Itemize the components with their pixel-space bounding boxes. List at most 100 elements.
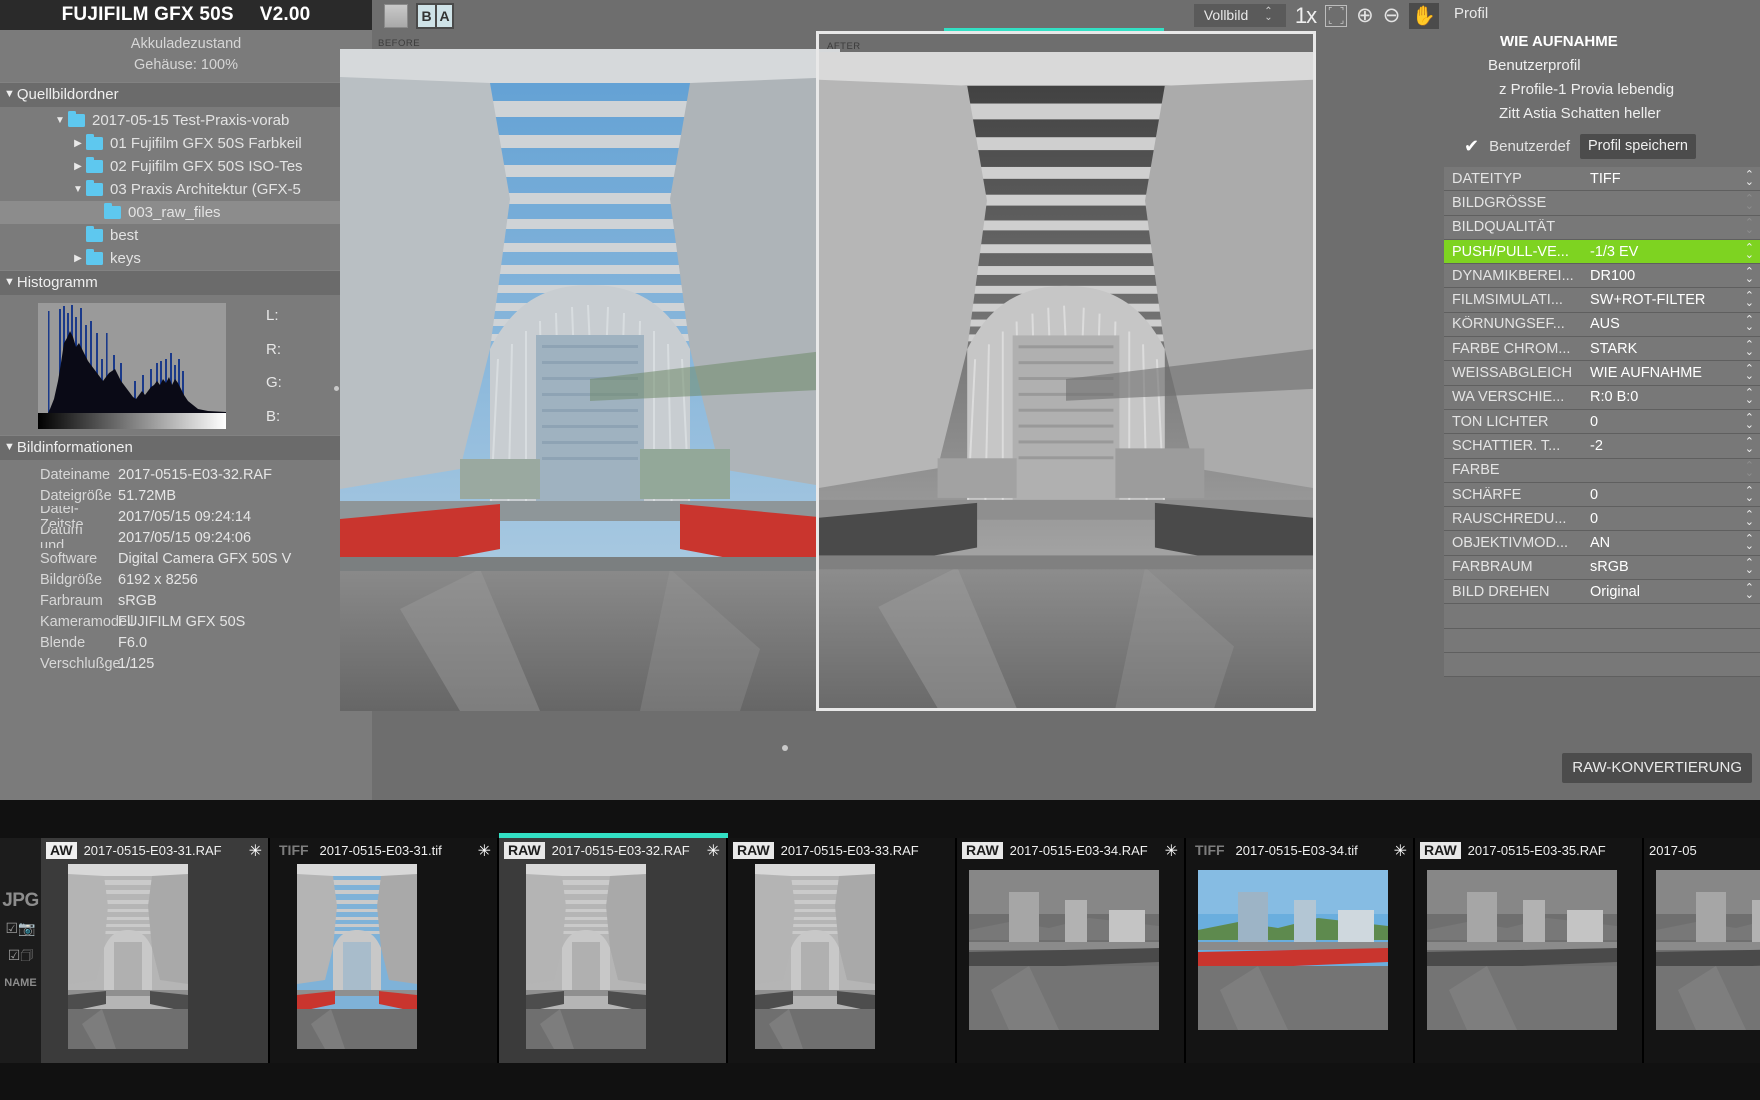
- folder-tree: ▼ 2017-05-15 Test-Praxis-vorab ▶ 01 Fujifil…: [0, 107, 372, 270]
- battery-status: Akkuladezustand Gehäuse: 100%: [0, 30, 372, 82]
- folder-label: 003_raw_files: [128, 204, 221, 221]
- image-info-value: 1/125: [118, 655, 155, 672]
- setting-stepper-icon[interactable]: ⌃ ⌄: [1745, 582, 1754, 600]
- filmstrip-item[interactable]: TIFF 2017-0515-E03-31.tif ✳: [270, 838, 499, 1063]
- setting-row[interactable]: BILDQUALITÄT ⌃ ⌄: [1444, 215, 1760, 240]
- folder-tree-item[interactable]: 003_raw_files: [0, 201, 372, 224]
- folder-tree-item[interactable]: ▶ 02 Fujifilm GFX 50S ISO-Tes: [0, 155, 372, 178]
- raw-conversion-button[interactable]: RAW-KONVERTIERUNG: [1562, 753, 1752, 783]
- left-resize-handle[interactable]: [334, 386, 339, 391]
- chevron-right-icon[interactable]: ▶: [70, 138, 86, 149]
- color-swatch[interactable]: [384, 3, 408, 28]
- chevron-right-icon[interactable]: ▶: [70, 161, 86, 172]
- copy-checkbox-icon[interactable]: ☑🗇: [8, 945, 34, 969]
- filmstrip-item[interactable]: AW 2017-0515-E03-31.RAF ✳: [41, 838, 270, 1063]
- setting-stepper-icon[interactable]: ⌃ ⌄: [1745, 485, 1754, 503]
- chevron-down-icon[interactable]: ▼: [52, 115, 68, 126]
- filmstrip-item[interactable]: RAW 2017-0515-E03-33.RAF: [728, 838, 957, 1063]
- profile-header: Profil: [1444, 0, 1760, 26]
- folder-tree-item[interactable]: best: [0, 224, 372, 247]
- filmstrip-item[interactable]: RAW 2017-0515-E03-34.RAF ✳: [957, 838, 1186, 1063]
- setting-row[interactable]: TON LICHTER 0 ⌃ ⌄: [1444, 409, 1760, 435]
- folder-icon: [68, 111, 85, 127]
- zoom-in-icon[interactable]: ⊕: [1356, 3, 1374, 28]
- folder-tree-item[interactable]: ▶ 01 Fujifilm GFX 50S Farbkeil: [0, 132, 372, 155]
- folder-tree-item[interactable]: ▼ 2017-05-15 Test-Praxis-vorab: [0, 109, 372, 132]
- setting-row[interactable]: FILMSIMULATI... SW+ROT-FILTER ⌃ ⌄: [1444, 288, 1760, 313]
- setting-row[interactable]: DYNAMIKBEREI... DR100 ⌃ ⌄: [1444, 264, 1760, 289]
- profile-item[interactable]: Zitt Astia Schatten heller: [1444, 101, 1760, 125]
- filmstrip-item[interactable]: RAW 2017-0515-E03-32.RAF ✳: [499, 833, 728, 1063]
- setting-stepper-icon[interactable]: ⌃ ⌄: [1745, 509, 1754, 527]
- setting-label: TON LICHTER: [1452, 413, 1549, 430]
- setting-stepper-icon[interactable]: ⌃ ⌄: [1745, 412, 1754, 430]
- before-pane[interactable]: BEFORE: [340, 31, 840, 711]
- setting-row[interactable]: BILD DREHEN Original ⌃ ⌄: [1444, 580, 1760, 605]
- folder-icon: [86, 180, 103, 196]
- folder-tree-item[interactable]: ▶ keys: [0, 247, 372, 270]
- setting-stepper-icon[interactable]: ⌃ ⌄: [1745, 436, 1754, 454]
- profile-item[interactable]: Benutzerprofil: [1444, 53, 1760, 77]
- fit-screen-icon[interactable]: ⌜ ⌝ ⌞ ⌟: [1325, 4, 1348, 27]
- app-titlebar: FUJIFILM GFX 50S V2.00: [0, 0, 372, 30]
- setting-row[interactable]: SCHATTIER. T... -2 ⌃ ⌄: [1444, 434, 1760, 459]
- zoom-out-icon[interactable]: ⊖: [1383, 3, 1401, 28]
- setting-row[interactable]: DATEITYP TIFF ⌃ ⌄: [1444, 167, 1760, 192]
- setting-stepper-icon[interactable]: ⌃ ⌄: [1745, 388, 1754, 406]
- setting-row[interactable]: FARBE CHROM... STARK ⌃ ⌄: [1444, 337, 1760, 362]
- setting-stepper-icon[interactable]: ⌃ ⌄: [1745, 291, 1754, 309]
- setting-stepper-icon[interactable]: ⌃ ⌄: [1745, 339, 1754, 357]
- bottom-resize-handle[interactable]: [782, 745, 788, 751]
- setting-stepper-icon[interactable]: ⌃ ⌄: [1745, 534, 1754, 552]
- setting-row[interactable]: BILDGRÖSSE ⌃ ⌄: [1444, 191, 1760, 216]
- source-folder-header[interactable]: ▼ Quellbildordner: [0, 82, 372, 107]
- setting-row[interactable]: RAUSCHREDU... 0 ⌃ ⌄: [1444, 507, 1760, 532]
- image-info-value: 2017-0515-E03-32.RAF: [118, 466, 272, 483]
- view-mode-value: Vollbild: [1203, 7, 1249, 23]
- setting-row[interactable]: WEISSABGLEICH WIE AUFNAHME ⌃ ⌄: [1444, 361, 1760, 386]
- setting-stepper-icon[interactable]: ⌃ ⌄: [1745, 242, 1754, 260]
- histogram-header[interactable]: ▼ Histogramm: [0, 270, 372, 295]
- chevron-updown-icon: ⌃ ⌄: [1264, 6, 1273, 23]
- image-info-header[interactable]: ▼ Bildinformationen: [0, 435, 372, 460]
- before-after-toggle[interactable]: B A: [416, 2, 454, 29]
- histogram-canvas: [38, 303, 226, 413]
- after-pane[interactable]: AFTER: [816, 31, 1316, 711]
- filmstrip-item[interactable]: 2017-05: [1644, 838, 1760, 1063]
- profile-item[interactable]: WIE AUFNAHME: [1444, 29, 1760, 53]
- hand-tool-icon[interactable]: ✋: [1409, 2, 1439, 29]
- filmstrip-item[interactable]: TIFF 2017-0515-E03-34.tif ✳: [1186, 838, 1415, 1063]
- setting-stepper-icon[interactable]: ⌃ ⌄: [1745, 364, 1754, 382]
- setting-row[interactable]: OBJEKTIVMOD... AN ⌃ ⌄: [1444, 531, 1760, 556]
- setting-row[interactable]: FARBRAUM sRGB ⌃ ⌄: [1444, 555, 1760, 581]
- setting-row[interactable]: WA VERSCHIE... R:0 B:0 ⌃ ⌄: [1444, 385, 1760, 410]
- profile-item[interactable]: z Profile-1 Provia lebendig: [1444, 77, 1760, 101]
- filmstrip-item-filename: 2017-0515-E03-34.RAF: [1009, 842, 1148, 858]
- setting-row[interactable]: SCHÄRFE 0 ⌃ ⌄: [1444, 482, 1760, 508]
- setting-row[interactable]: FARBE ⌃ ⌄: [1444, 458, 1760, 483]
- app-title: FUJIFILM GFX 50S: [61, 4, 234, 25]
- chevron-right-icon[interactable]: ▶: [70, 253, 86, 264]
- jpg-filter-label[interactable]: JPG: [2, 890, 39, 912]
- setting-stepper-icon[interactable]: ⌃ ⌄: [1745, 169, 1754, 187]
- setting-stepper-icon[interactable]: ⌃ ⌄: [1745, 266, 1754, 284]
- image-info-value: sRGB: [118, 592, 157, 609]
- filmstrip-item[interactable]: RAW 2017-0515-E03-35.RAF: [1415, 838, 1644, 1063]
- setting-label: SCHATTIER. T...: [1452, 437, 1561, 454]
- setting-stepper-icon[interactable]: ⌃ ⌄: [1745, 315, 1754, 333]
- image-info-row: Dateigröße 51.72MB: [0, 485, 372, 506]
- setting-label: DYNAMIKBEREI...: [1452, 267, 1574, 284]
- histogram-channel-r: R:: [266, 340, 281, 358]
- setting-row[interactable]: KÖRNUNGSEF... AUS ⌃ ⌄: [1444, 312, 1760, 338]
- name-sort-label[interactable]: NAME: [4, 977, 36, 989]
- folder-tree-item[interactable]: ▼ 03 Praxis Architektur (GFX-5: [0, 178, 372, 201]
- camera-checkbox-icon[interactable]: ☑📷: [6, 920, 36, 937]
- setting-row[interactable]: PUSH/PULL-VE... -1/3 EV ⌃ ⌄: [1444, 239, 1760, 265]
- folder-label: keys: [110, 250, 141, 267]
- image-info-value: 51.72MB: [118, 487, 177, 504]
- filmstrip: JPG ☑📷 ☑🗇 NAME AW 2017-0515-E03-31.RAF ✳ TI…: [0, 800, 1760, 1100]
- save-profile-button[interactable]: Profil speichern: [1579, 134, 1696, 159]
- setting-stepper-icon[interactable]: ⌃ ⌄: [1745, 558, 1754, 576]
- chevron-down-icon[interactable]: ▼: [70, 184, 86, 195]
- view-mode-select[interactable]: Vollbild ⌃ ⌄: [1193, 4, 1286, 27]
